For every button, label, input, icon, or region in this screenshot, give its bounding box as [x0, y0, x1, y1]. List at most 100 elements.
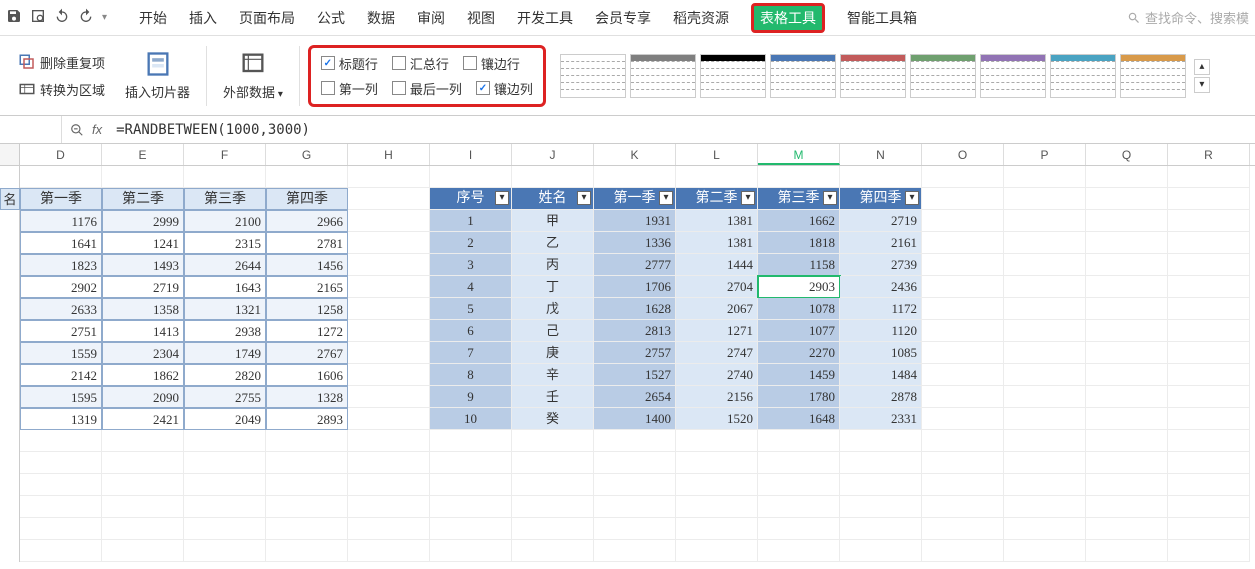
cell-M-4[interactable]: 1158 — [758, 254, 840, 276]
cell-E-1[interactable]: 第二季 — [102, 188, 184, 210]
cell-J-17[interactable] — [512, 540, 594, 562]
cell-R-0[interactable] — [1168, 166, 1250, 188]
tab-审阅[interactable]: 审阅 — [417, 2, 445, 34]
cell-E-17[interactable] — [102, 540, 184, 562]
cell-K-9[interactable]: 1527 — [594, 364, 676, 386]
cell-P-11[interactable] — [1004, 408, 1086, 430]
cell-Q-14[interactable] — [1086, 474, 1168, 496]
cell-R-8[interactable] — [1168, 342, 1250, 364]
cell-N-17[interactable] — [840, 540, 922, 562]
cell-H-2[interactable] — [348, 210, 430, 232]
cell-D-10[interactable]: 1595 — [20, 386, 102, 408]
cell-H-10[interactable] — [348, 386, 430, 408]
cell-F-5[interactable]: 1643 — [184, 276, 266, 298]
cell-K-4[interactable]: 2777 — [594, 254, 676, 276]
cell-H-13[interactable] — [348, 452, 430, 474]
filter-dropdown-icon[interactable]: ▾ — [823, 191, 837, 205]
col-header-O[interactable]: O — [922, 144, 1004, 165]
cell-R-9[interactable] — [1168, 364, 1250, 386]
filter-dropdown-icon[interactable]: ▾ — [741, 191, 755, 205]
cell-E-15[interactable] — [102, 496, 184, 518]
cell-M-11[interactable]: 1648 — [758, 408, 840, 430]
cell-Q-11[interactable] — [1086, 408, 1168, 430]
cell-G-4[interactable]: 1456 — [266, 254, 348, 276]
cell-M-16[interactable] — [758, 518, 840, 540]
cell-K-1[interactable]: 第一季▾ — [594, 188, 676, 210]
cell-Q-5[interactable] — [1086, 276, 1168, 298]
cell-K-6[interactable]: 1628 — [594, 298, 676, 320]
cell-K-0[interactable] — [594, 166, 676, 188]
cell-N-16[interactable] — [840, 518, 922, 540]
cell-P-1[interactable] — [1004, 188, 1086, 210]
cell-D-9[interactable]: 2142 — [20, 364, 102, 386]
cell-H-17[interactable] — [348, 540, 430, 562]
cell-G-14[interactable] — [266, 474, 348, 496]
cell-R-7[interactable] — [1168, 320, 1250, 342]
tab-页面布局[interactable]: 页面布局 — [239, 2, 295, 34]
cell-I-12[interactable] — [430, 430, 512, 452]
cell-O-2[interactable] — [922, 210, 1004, 232]
cell-E-12[interactable] — [102, 430, 184, 452]
cell-L-10[interactable]: 2156 — [676, 386, 758, 408]
cell-Q-0[interactable] — [1086, 166, 1168, 188]
cell-R-15[interactable] — [1168, 496, 1250, 518]
cell-P-13[interactable] — [1004, 452, 1086, 474]
cell-L-0[interactable] — [676, 166, 758, 188]
cell-R-6[interactable] — [1168, 298, 1250, 320]
table-style-swatch[interactable] — [700, 54, 766, 98]
table-style-swatch[interactable] — [980, 54, 1046, 98]
cell-N-10[interactable]: 2878 — [840, 386, 922, 408]
cell-F-11[interactable]: 2049 — [184, 408, 266, 430]
cell-J-10[interactable]: 壬 — [512, 386, 594, 408]
cell-K-17[interactable] — [594, 540, 676, 562]
cell-D-14[interactable] — [20, 474, 102, 496]
cell-K-3[interactable]: 1336 — [594, 232, 676, 254]
cell-F-0[interactable] — [184, 166, 266, 188]
redo-icon[interactable] — [78, 8, 94, 27]
cell-R-4[interactable] — [1168, 254, 1250, 276]
cell-H-16[interactable] — [348, 518, 430, 540]
cell-N-0[interactable] — [840, 166, 922, 188]
cell-J-0[interactable] — [512, 166, 594, 188]
cell-L-12[interactable] — [676, 430, 758, 452]
cell-M-6[interactable]: 1078 — [758, 298, 840, 320]
cell-H-3[interactable] — [348, 232, 430, 254]
cell-Q-13[interactable] — [1086, 452, 1168, 474]
convert-to-range-button[interactable]: 转换为区域 — [18, 78, 105, 101]
fx-icon[interactable]: fx — [92, 122, 102, 137]
cell-L-11[interactable]: 1520 — [676, 408, 758, 430]
table-style-swatch[interactable] — [1050, 54, 1116, 98]
name-box[interactable] — [6, 116, 62, 143]
cell-D-11[interactable]: 1319 — [20, 408, 102, 430]
cell-M-14[interactable] — [758, 474, 840, 496]
save-icon[interactable] — [6, 8, 22, 27]
cell-M-3[interactable]: 1818 — [758, 232, 840, 254]
cell-M-9[interactable]: 1459 — [758, 364, 840, 386]
cell-D-5[interactable]: 2902 — [20, 276, 102, 298]
cell-K-16[interactable] — [594, 518, 676, 540]
cell-G-16[interactable] — [266, 518, 348, 540]
cell-R-11[interactable] — [1168, 408, 1250, 430]
cell-E-8[interactable]: 2304 — [102, 342, 184, 364]
cell-R-12[interactable] — [1168, 430, 1250, 452]
cell-G-15[interactable] — [266, 496, 348, 518]
cell-F-13[interactable] — [184, 452, 266, 474]
cell-F-15[interactable] — [184, 496, 266, 518]
cell-O-16[interactable] — [922, 518, 1004, 540]
cell-E-16[interactable] — [102, 518, 184, 540]
cell-I-3[interactable]: 2 — [430, 232, 512, 254]
external-data-button[interactable]: 外部数据 ▾ — [223, 48, 283, 103]
styles-down-button[interactable]: ▾ — [1194, 77, 1210, 93]
cell-H-15[interactable] — [348, 496, 430, 518]
tab-稻壳资源[interactable]: 稻壳资源 — [673, 2, 729, 34]
cell-D-16[interactable] — [20, 518, 102, 540]
tab-智能工具箱[interactable]: 智能工具箱 — [847, 2, 917, 34]
cell-J-16[interactable] — [512, 518, 594, 540]
cell-O-0[interactable] — [922, 166, 1004, 188]
cell-I-0[interactable] — [430, 166, 512, 188]
cell-F-10[interactable]: 2755 — [184, 386, 266, 408]
cell-G-17[interactable] — [266, 540, 348, 562]
cell-G-12[interactable] — [266, 430, 348, 452]
cell-H-7[interactable] — [348, 320, 430, 342]
table-style-swatch[interactable] — [560, 54, 626, 98]
